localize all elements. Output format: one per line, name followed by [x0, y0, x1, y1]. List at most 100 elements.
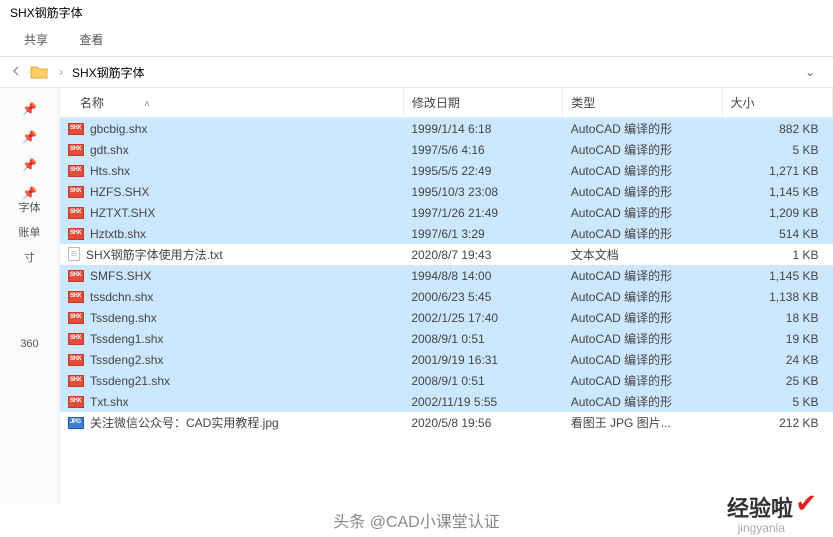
- file-type: 看图王 JPG 图片...: [563, 412, 722, 433]
- sidebar-item-360[interactable]: 360: [0, 332, 59, 357]
- chevron-down-icon[interactable]: ⌄: [795, 63, 825, 81]
- shx-icon: [68, 375, 84, 387]
- shx-icon: [68, 165, 84, 177]
- sidebar-item[interactable]: 📌: [0, 152, 59, 180]
- file-name: Tssdeng21.shx: [90, 374, 170, 388]
- file-size: 5 KB: [722, 391, 832, 412]
- chevron-right-icon[interactable]: ›: [54, 65, 68, 79]
- file-size: 5 KB: [722, 139, 832, 160]
- file-type: AutoCAD 编译的形: [563, 118, 722, 140]
- file-size: 882 KB: [722, 118, 832, 140]
- file-type: AutoCAD 编译的形: [563, 370, 722, 391]
- file-type: 文本文档: [563, 244, 722, 265]
- file-type: AutoCAD 编译的形: [563, 349, 722, 370]
- file-date: 2002/1/25 17:40: [403, 307, 562, 328]
- file-name: SHX钢筋字体使用方法.txt: [86, 248, 223, 262]
- file-size: 1 KB: [722, 244, 832, 265]
- file-size: 514 KB: [722, 223, 832, 244]
- file-date: 1994/8/8 14:00: [403, 265, 562, 286]
- file-date: 1997/5/6 4:16: [403, 139, 562, 160]
- tab-view[interactable]: 查看: [65, 28, 117, 51]
- file-date: 1999/1/14 6:18: [403, 118, 562, 140]
- file-date: 2020/8/7 19:43: [403, 244, 562, 265]
- table-row[interactable]: Tssdeng2.shx 2001/9/19 16:31AutoCAD 编译的形2…: [60, 349, 833, 370]
- table-row[interactable]: Tssdeng1.shx2008/9/1 0:51AutoCAD 编译的形19 …: [60, 328, 833, 349]
- table-row[interactable]: Tssdeng21.shx2008/9/1 0:51AutoCAD 编译的形25…: [60, 370, 833, 391]
- file-size: 1,271 KB: [722, 160, 832, 181]
- column-date[interactable]: 修改日期: [403, 88, 562, 118]
- file-name: Tssdeng2.shx: [90, 353, 163, 367]
- file-size: 212 KB: [722, 412, 832, 433]
- table-row[interactable]: Hztxtb.shx1997/6/1 3:29AutoCAD 编译的形514 K…: [60, 223, 833, 244]
- column-type[interactable]: 类型: [563, 88, 722, 118]
- table-row[interactable]: Hts.shx1995/5/5 22:49AutoCAD 编译的形1,271 K…: [60, 160, 833, 181]
- file-type: AutoCAD 编译的形: [563, 139, 722, 160]
- shx-icon: [68, 144, 84, 156]
- shx-icon: [68, 207, 84, 219]
- column-size[interactable]: 大小: [722, 88, 832, 118]
- sidebar-item-fonts[interactable]: 📌字体: [0, 180, 59, 221]
- file-date: 2008/9/1 0:51: [403, 328, 562, 349]
- file-size: 25 KB: [722, 370, 832, 391]
- table-row[interactable]: 关注微信公众号：CAD实用教程.jpg2020/5/8 19:56看图王 JPG…: [60, 412, 833, 433]
- file-date: 2001/9/19 16:31: [403, 349, 562, 370]
- shx-icon: [68, 186, 84, 198]
- file-date: 1997/1/26 21:49: [403, 202, 562, 223]
- jpg-icon: [68, 417, 84, 429]
- table-row[interactable]: HZTXT.SHX1997/1/26 21:49AutoCAD 编译的形1,20…: [60, 202, 833, 223]
- sort-indicator-icon: ˄: [144, 99, 150, 110]
- shx-icon: [68, 123, 84, 135]
- file-name: Tssdeng.shx: [90, 311, 157, 325]
- table-row[interactable]: gdt.shx 1997/5/6 4:16AutoCAD 编译的形5 KB: [60, 139, 833, 160]
- file-size: 19 KB: [722, 328, 832, 349]
- table-row[interactable]: SHX钢筋字体使用方法.txt 2020/8/7 19:43文本文档1 KB: [60, 244, 833, 265]
- breadcrumb-folder[interactable]: SHX钢筋字体: [68, 64, 795, 81]
- table-row[interactable]: SMFS.SHX1994/8/8 14:00AutoCAD 编译的形1,145 …: [60, 265, 833, 286]
- tab-share[interactable]: 共享: [10, 28, 62, 51]
- file-pane: 名称˄ 修改日期 类型 大小 gbcbig.shx1999/1/14 6:18A…: [60, 88, 833, 505]
- file-date: 2002/11/19 5:55: [403, 391, 562, 412]
- shx-icon: [68, 270, 84, 282]
- file-size: 18 KB: [722, 307, 832, 328]
- address-bar: › SHX钢筋字体 ⌄: [0, 57, 833, 88]
- column-name[interactable]: 名称˄: [60, 88, 403, 118]
- file-name: Txt.shx: [90, 395, 129, 409]
- nav-back-icon[interactable]: [8, 65, 24, 79]
- table-row[interactable]: tssdchn.shx2000/6/23 5:45AutoCAD 编译的形1,1…: [60, 286, 833, 307]
- file-name: HZTXT.SHX: [90, 206, 155, 220]
- file-name: gbcbig.shx: [90, 122, 147, 136]
- table-row[interactable]: Tssdeng.shx2002/1/25 17:40AutoCAD 编译的形18…: [60, 307, 833, 328]
- sidebar-item-bill[interactable]: 账单: [0, 221, 59, 246]
- table-row[interactable]: HZFS.SHX 1995/10/3 23:08AutoCAD 编译的形1,145…: [60, 181, 833, 202]
- file-name: tssdchn.shx: [90, 290, 153, 304]
- pin-icon: 📌: [22, 130, 37, 144]
- shx-icon: [68, 333, 84, 345]
- window-title: SHX钢筋字体: [0, 0, 833, 25]
- file-size: 24 KB: [722, 349, 832, 370]
- pin-icon: 📌: [22, 158, 37, 172]
- file-date: 1995/5/5 22:49: [403, 160, 562, 181]
- file-name: Hztxtb.shx: [90, 227, 146, 241]
- file-type: AutoCAD 编译的形: [563, 160, 722, 181]
- file-list: 名称˄ 修改日期 类型 大小 gbcbig.shx1999/1/14 6:18A…: [60, 88, 833, 433]
- file-size: 1,209 KB: [722, 202, 832, 223]
- file-type: AutoCAD 编译的形: [563, 181, 722, 202]
- footer-attribution: 头条 @CAD小课堂认证: [0, 508, 833, 532]
- shx-icon: [68, 354, 84, 366]
- pin-icon: 📌: [22, 102, 37, 116]
- file-type: AutoCAD 编译的形: [563, 286, 722, 307]
- table-row[interactable]: Txt.shx2002/11/19 5:55AutoCAD 编译的形5 KB: [60, 391, 833, 412]
- sidebar-item[interactable]: 寸: [0, 246, 59, 271]
- file-date: 1995/10/3 23:08: [403, 181, 562, 202]
- sidebar-item[interactable]: 📌: [0, 96, 59, 124]
- file-date: 2020/5/8 19:56: [403, 412, 562, 433]
- file-size: 1,145 KB: [722, 181, 832, 202]
- table-row[interactable]: gbcbig.shx 1999/1/14 6:18AutoCAD 编译的形882 …: [60, 118, 833, 140]
- sidebar-item[interactable]: 📌: [0, 124, 59, 152]
- file-type: AutoCAD 编译的形: [563, 265, 722, 286]
- folder-icon: [30, 64, 48, 80]
- file-size: 1,145 KB: [722, 265, 832, 286]
- file-name: gdt.shx: [90, 143, 129, 157]
- watermark: 经验啦: [727, 491, 793, 523]
- file-name: HZFS.SHX: [90, 185, 149, 199]
